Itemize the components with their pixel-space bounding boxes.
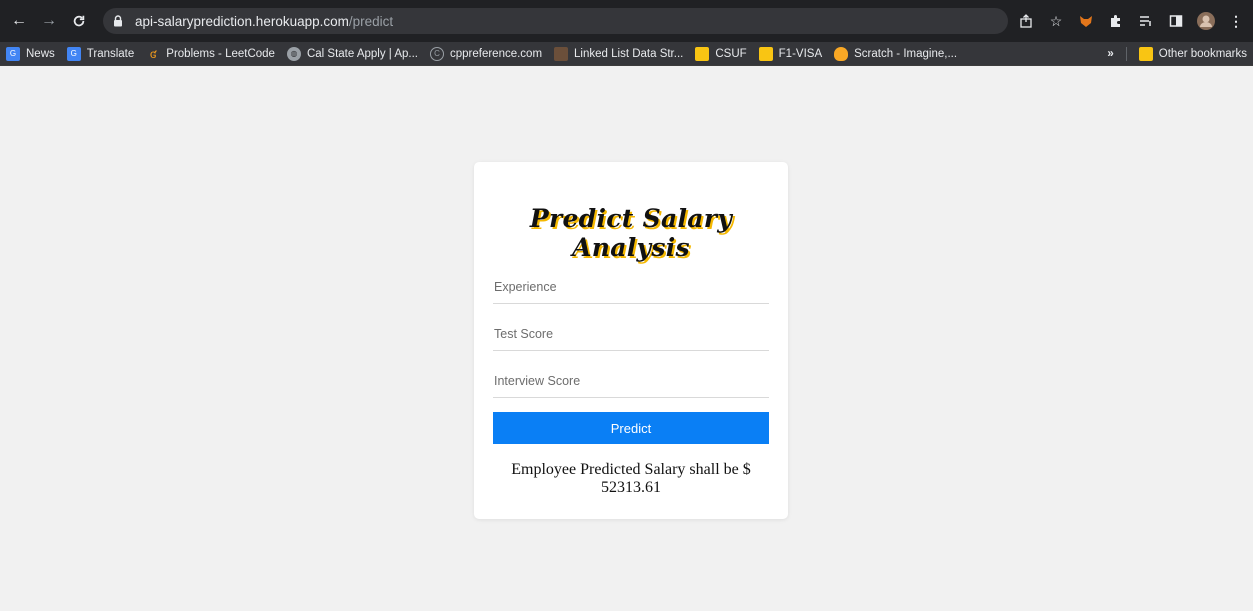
browser-toolbar: ← → api-salaryprediction.herokuapp.com/p… <box>0 0 1253 42</box>
reading-list-icon[interactable] <box>1133 8 1159 34</box>
bookmark-label: Translate <box>86 47 135 60</box>
prediction-result: Employee Predicted Salary shall be $ 523… <box>511 461 751 496</box>
reload-icon[interactable] <box>68 10 90 32</box>
share-icon[interactable] <box>1013 8 1039 34</box>
puzzle-extensions-icon[interactable] <box>1103 8 1129 34</box>
lock-icon <box>113 14 127 28</box>
other-bookmarks-folder[interactable]: Other bookmarks <box>1133 42 1253 66</box>
bookmark-label: News <box>26 47 55 60</box>
folder-icon <box>695 46 710 61</box>
url-host: api-salaryprediction.herokuapp.com <box>135 13 349 29</box>
more-bookmarks-label: » <box>1107 48 1114 60</box>
kebab-menu-icon[interactable]: ⋮ <box>1223 8 1249 34</box>
bookmark-label: Scratch - Imagine,... <box>854 47 958 60</box>
predict-button[interactable]: Predict <box>493 412 769 444</box>
page-title: Predict Salary Analysis <box>529 204 733 262</box>
bookmark-cppreference[interactable]: C cppreference.com <box>424 42 548 66</box>
bookmark-scratch[interactable]: Scratch - Imagine,... <box>828 42 963 66</box>
more-bookmarks-button[interactable]: » <box>1101 42 1119 66</box>
side-panel-icon[interactable] <box>1163 8 1189 34</box>
prediction-card: Predict Salary Analysis Predict Employee… <box>474 162 788 519</box>
star-icon[interactable]: ☆ <box>1043 8 1069 34</box>
bookmark-label: F1-VISA <box>778 47 823 60</box>
scratch-icon <box>834 46 849 61</box>
translate-icon: G <box>66 46 81 61</box>
news-icon: G <box>6 46 20 61</box>
globe-icon: ◍ <box>286 46 301 61</box>
bookmark-folder-csuf[interactable]: CSUF <box>689 42 752 66</box>
bookmark-label: Problems - LeetCode <box>166 47 275 60</box>
bookmarks-right: » Other bookmarks <box>1101 42 1253 66</box>
fox-extension-icon[interactable] <box>1073 8 1099 34</box>
folder-icon <box>1138 47 1153 61</box>
cppreference-icon: C <box>429 46 444 61</box>
test-score-input[interactable] <box>493 317 769 351</box>
url-path: /predict <box>348 13 394 29</box>
address-bar[interactable]: api-salaryprediction.herokuapp.com/predi… <box>103 8 1008 34</box>
back-arrow-icon[interactable]: ← <box>8 10 30 32</box>
leetcode-icon: ʛ <box>149 46 157 61</box>
bookmark-label: CSUF <box>715 47 747 60</box>
bookmark-linked-list[interactable]: Linked List Data Str... <box>548 42 689 66</box>
profile-avatar-icon[interactable] <box>1193 8 1219 34</box>
bookmark-news[interactable]: G News <box>0 42 61 66</box>
bookmark-label: Cal State Apply | Ap... <box>306 47 418 60</box>
interview-score-input[interactable] <box>493 364 769 398</box>
toolbar-actions: ☆ ⋮ <box>1013 8 1253 34</box>
forward-arrow-icon[interactable]: → <box>38 10 60 32</box>
bookmark-label: Other bookmarks <box>1158 48 1247 60</box>
bookmark-cal-state-apply[interactable]: ◍ Cal State Apply | Ap... <box>281 42 424 66</box>
bookmark-label: Linked List Data Str... <box>574 47 684 60</box>
bookmark-translate[interactable]: G Translate <box>61 42 141 66</box>
bookmark-label: cppreference.com <box>449 47 543 60</box>
bookmark-folder-f1-visa[interactable]: F1-VISA <box>753 42 828 66</box>
bookmarks-bar: G News G Translate ʛ Problems - LeetCode… <box>0 42 1253 66</box>
site-icon <box>554 46 569 61</box>
bookmarks-divider <box>1125 47 1127 61</box>
bookmark-leetcode[interactable]: ʛ Problems - LeetCode <box>140 42 281 66</box>
experience-input[interactable] <box>493 270 769 304</box>
folder-icon <box>758 46 773 61</box>
